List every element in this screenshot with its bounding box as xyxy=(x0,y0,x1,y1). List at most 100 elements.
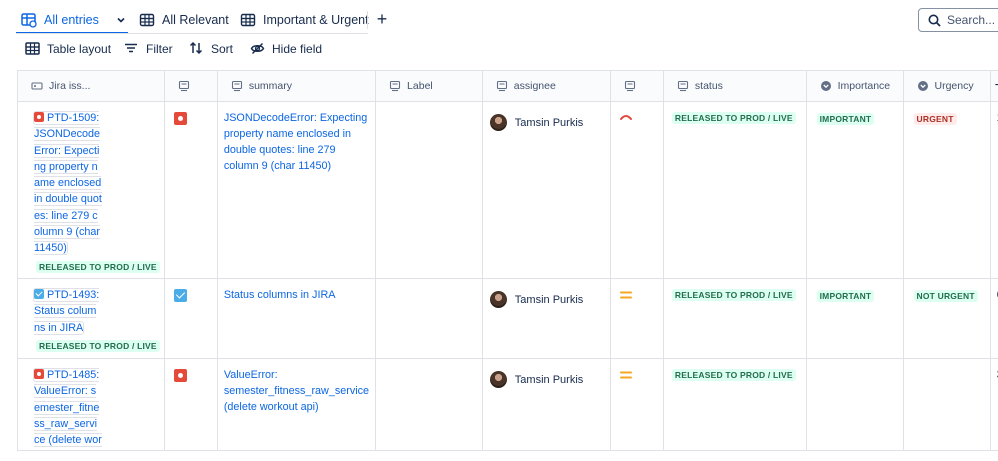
add-view-button[interactable]: + xyxy=(372,10,392,30)
jira-issue-cell[interactable]: PTD-1485: ValueError: semester_fitness_r… xyxy=(17,358,165,451)
task-icon xyxy=(34,289,44,299)
jira-status-badge: RELEASED TO PROD / LIVE xyxy=(36,339,160,352)
search-input[interactable]: Search... xyxy=(918,8,998,32)
trailing-value: 1 xyxy=(991,102,998,124)
column-header-type[interactable] xyxy=(163,70,218,102)
trailing-cell[interactable]: 6 xyxy=(989,278,998,359)
table-layout-label: Table layout xyxy=(47,42,112,56)
hide-field-button[interactable]: Hide field xyxy=(250,38,322,60)
sort-icon xyxy=(189,41,205,57)
assignee-cell[interactable]: Tamsin Purkis xyxy=(481,358,611,451)
column-header-urgency[interactable]: Urgency xyxy=(902,70,991,102)
tab-all-relevant[interactable]: All Relevant xyxy=(139,8,229,32)
column-label: status xyxy=(694,80,723,92)
trailing-value: 3 xyxy=(991,359,998,381)
field-icon xyxy=(178,80,190,92)
table-view-icon xyxy=(21,12,37,28)
column-label: Urgency xyxy=(934,80,974,92)
label-cell[interactable] xyxy=(375,278,483,359)
type-cell[interactable] xyxy=(163,278,218,359)
tab-important-urgent[interactable]: Important & Urgent xyxy=(240,8,369,32)
tab-all-entries[interactable]: All entries xyxy=(21,8,126,32)
urgency-badge: URGENT xyxy=(913,113,957,125)
search-icon xyxy=(928,14,941,27)
bug-icon xyxy=(173,112,187,125)
jira-issue-cell[interactable]: PTD-1493: Status columns in JIRA RELEASE… xyxy=(17,278,165,359)
trailing-cell[interactable]: 1 xyxy=(989,101,998,279)
importance-cell[interactable]: IMPORTANT xyxy=(805,101,904,279)
priority-cell[interactable] xyxy=(609,278,664,359)
tab-label: Important & Urgent xyxy=(263,13,369,27)
assignee-cell[interactable]: Tamsin Purkis xyxy=(481,101,611,279)
jira-issue-link[interactable]: PTD-1485: ValueError: semester_fitness_r… xyxy=(24,367,102,449)
assignee-name: Tamsin Purkis xyxy=(514,373,584,386)
table-layout-icon xyxy=(25,41,41,57)
label-value xyxy=(376,359,482,367)
column-header-jira[interactable]: Jira iss... xyxy=(17,70,165,102)
filter-icon xyxy=(124,41,140,57)
importance-cell[interactable] xyxy=(805,358,904,451)
table-row[interactable]: PTD-1509: JSONDecodeError: Expecting pro… xyxy=(17,101,998,279)
priority-cell[interactable] xyxy=(609,358,664,451)
column-header-status[interactable]: status xyxy=(662,70,807,102)
table-row[interactable]: PTD-1485: ValueError: semester_fitness_r… xyxy=(17,358,998,451)
add-column-button[interactable]: + xyxy=(989,70,998,102)
column-header-summary[interactable]: summary xyxy=(216,70,377,102)
bug-icon xyxy=(34,112,44,122)
assignee-name: Tamsin Purkis xyxy=(514,293,584,306)
column-label: assignee xyxy=(513,80,556,92)
filter-button[interactable]: Filter xyxy=(124,38,173,60)
eye-hidden-icon xyxy=(250,41,266,57)
jira-status-badge: RELEASED TO PROD / LIVE xyxy=(36,260,160,273)
type-cell[interactable] xyxy=(163,101,218,279)
field-icon xyxy=(624,80,636,92)
summary-cell[interactable]: ValueError: semester_fitness_raw_service… xyxy=(216,358,377,451)
assignee-cell[interactable]: Tamsin Purkis xyxy=(481,278,611,359)
jira-issue-link[interactable]: PTD-1493: Status columns in JIRA xyxy=(24,287,102,336)
jira-issue-key: PTD-1509: xyxy=(47,112,100,124)
tabs-baseline xyxy=(16,33,368,34)
priority-cell[interactable] xyxy=(609,101,664,279)
status-cell[interactable]: RELEASED TO PROD / LIVE xyxy=(662,358,807,451)
column-header-importance[interactable]: Importance xyxy=(805,70,904,102)
sort-button[interactable]: Sort xyxy=(189,38,233,60)
urgency-cell[interactable]: URGENT xyxy=(902,101,991,279)
status-badge: RELEASED TO PROD / LIVE xyxy=(671,112,796,124)
jira-issue-title: Status columns in JIRA xyxy=(34,305,97,334)
toolbar: Table layout Filter Sort Hide field xyxy=(0,38,998,60)
chevron-down-icon[interactable] xyxy=(116,15,126,25)
urgency-empty xyxy=(904,359,990,370)
table-row[interactable]: PTD-1493: Status columns in JIRA RELEASE… xyxy=(17,278,998,359)
field-icon xyxy=(389,80,401,92)
sort-label: Sort xyxy=(211,42,234,56)
label-cell[interactable] xyxy=(375,101,483,279)
hide-field-label: Hide field xyxy=(272,42,323,56)
view-tabs: All entries All Relevant Important & Urg… xyxy=(0,0,998,36)
jira-issue-cell[interactable]: PTD-1509: JSONDecodeError: Expecting pro… xyxy=(17,101,165,279)
urgency-cell[interactable]: NOT URGENT xyxy=(902,278,991,359)
task-icon xyxy=(173,289,187,302)
jira-issue-key: PTD-1485: xyxy=(47,369,100,381)
header-row: Jira iss... summary Label assignee statu… xyxy=(17,70,998,102)
summary-cell[interactable]: JSONDecodeError: Expecting property name… xyxy=(216,101,377,279)
importance-empty xyxy=(807,359,903,370)
column-header-assignee[interactable]: assignee xyxy=(481,70,611,102)
summary-text: JSONDecodeError: Expecting property name… xyxy=(223,112,368,172)
status-cell[interactable]: RELEASED TO PROD / LIVE xyxy=(662,278,807,359)
trailing-cell[interactable]: 3 xyxy=(989,358,998,451)
importance-cell[interactable]: IMPORTANT xyxy=(805,278,904,359)
column-label: Importance xyxy=(837,80,891,92)
table-layout-button[interactable]: Table layout xyxy=(25,38,111,60)
type-cell[interactable] xyxy=(163,358,218,451)
column-header-label[interactable]: Label xyxy=(375,70,483,102)
urgency-cell[interactable] xyxy=(902,358,991,451)
select-field-icon xyxy=(917,80,929,92)
status-cell[interactable]: RELEASED TO PROD / LIVE xyxy=(662,101,807,279)
label-cell[interactable] xyxy=(375,358,483,451)
bug-icon xyxy=(173,369,187,382)
urgency-badge: NOT URGENT xyxy=(913,290,978,302)
summary-text: Status columns in JIRA xyxy=(223,289,336,301)
jira-issue-link[interactable]: PTD-1509: JSONDecodeError: Expecting pro… xyxy=(24,110,102,257)
summary-cell[interactable]: Status columns in JIRA xyxy=(216,278,377,359)
column-header-priority[interactable] xyxy=(609,70,664,102)
